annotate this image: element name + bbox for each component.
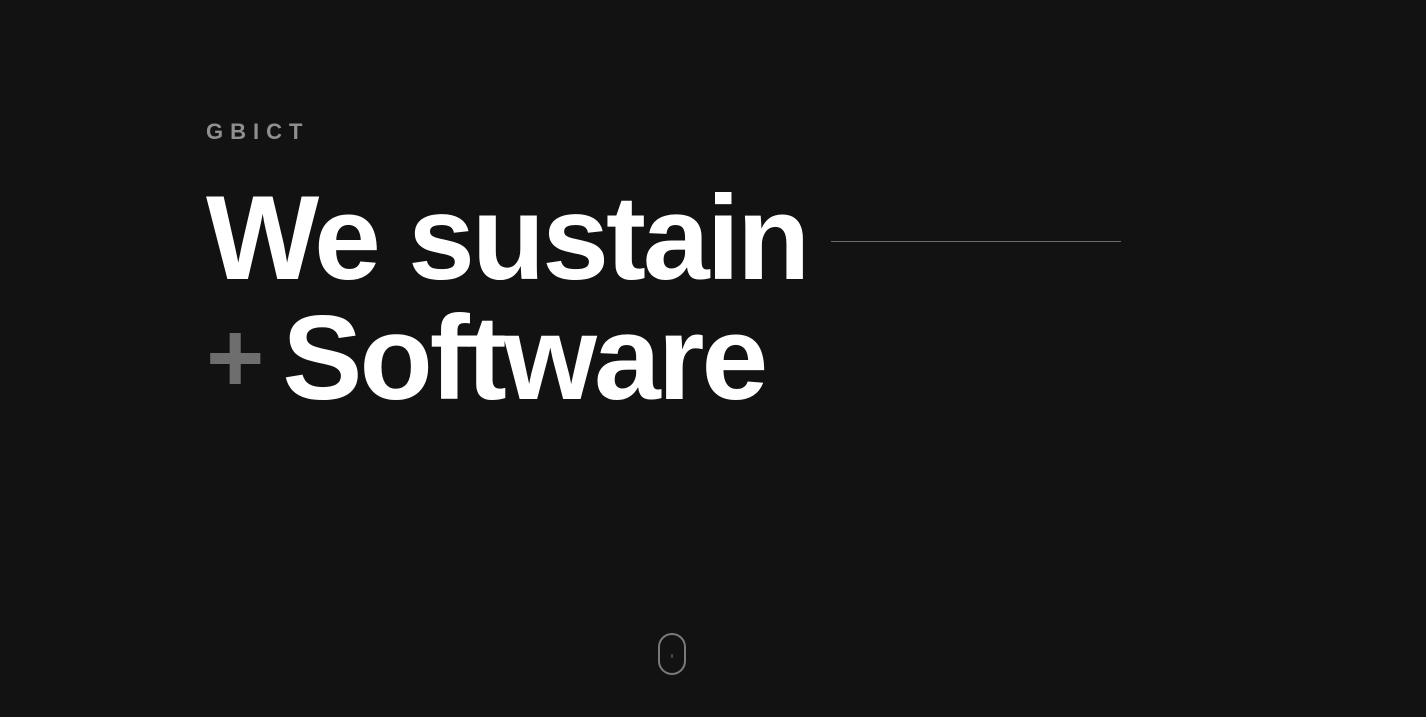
headline-text-we-sustain: We sustain xyxy=(206,171,810,305)
hero-headline: We sustain + Software xyxy=(206,171,1122,418)
headline-line-1: We sustain xyxy=(206,171,1122,305)
headline-line-2: + Software xyxy=(206,298,1121,418)
brand-logo[interactable]: GBICT xyxy=(206,118,309,146)
headline-divider xyxy=(831,240,1122,242)
mouse-scroll-icon[interactable] xyxy=(658,633,686,675)
scroll-wheel-dot xyxy=(671,654,673,658)
plus-icon: + xyxy=(206,302,265,414)
headline-text-software: Software xyxy=(282,291,768,425)
